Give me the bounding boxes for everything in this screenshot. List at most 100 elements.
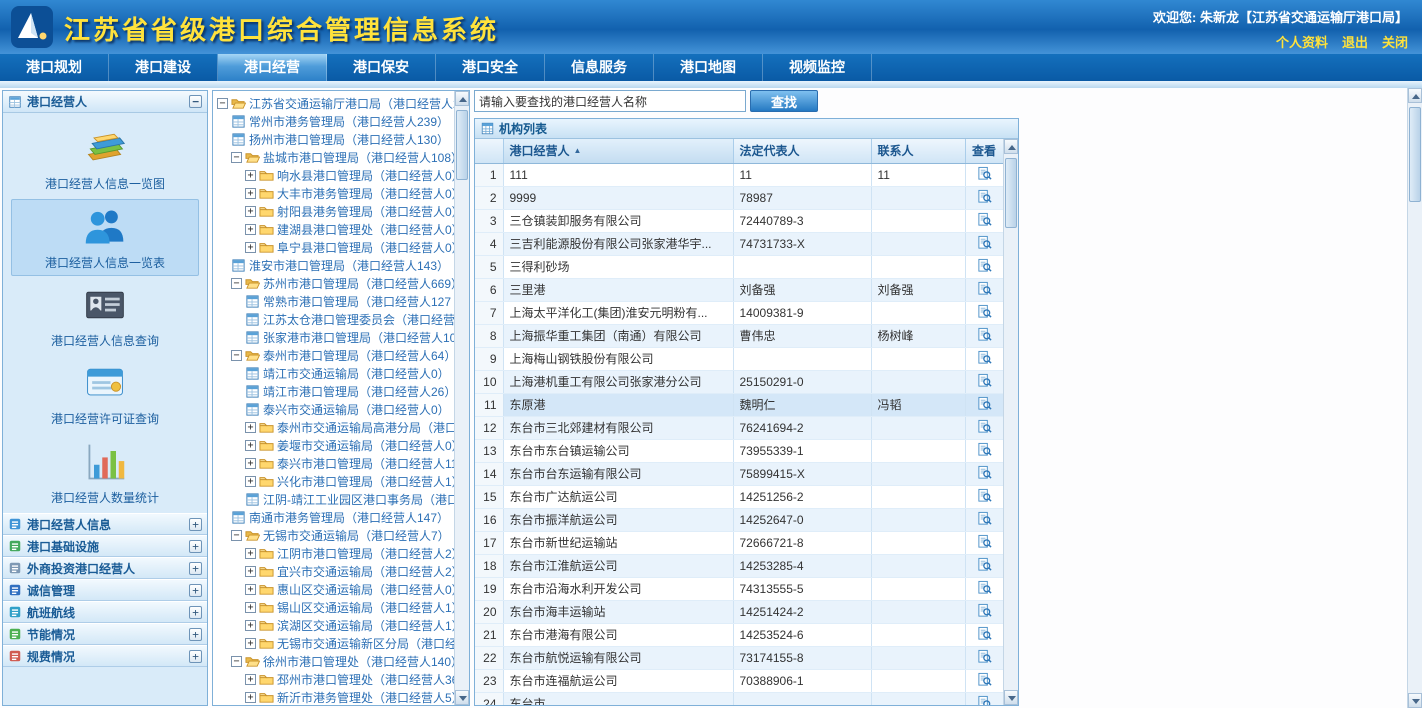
- tree-node-29[interactable]: +滨湖区交通运输局（港口经营人1）: [213, 616, 454, 634]
- tree-node-28[interactable]: +锡山区交通运输局（港口经营人1）: [213, 598, 454, 616]
- header-link-2[interactable]: 关闭: [1382, 32, 1408, 51]
- sidebar-accordion-1[interactable]: 港口基础设施+: [3, 535, 207, 557]
- tree-node-32[interactable]: +邳州市港口管理处（港口经营人36）: [213, 670, 454, 688]
- view-icon[interactable]: [977, 419, 992, 434]
- nav-tab-2[interactable]: 港口经营: [218, 54, 327, 81]
- sidebar-accordion-0[interactable]: 港口经营人信息+: [3, 513, 207, 535]
- search-input[interactable]: [474, 90, 746, 112]
- tree-node-27[interactable]: +惠山区交通运输局（港口经营人0）: [213, 580, 454, 598]
- view-icon[interactable]: [977, 189, 992, 204]
- view-icon[interactable]: [977, 695, 992, 706]
- table-row[interactable]: 13东台市东台镇运输公司73955339-1: [475, 439, 1003, 462]
- tree-node-24[interactable]: −无锡市交通运输局（港口经营人7）: [213, 526, 454, 544]
- view-icon[interactable]: [977, 465, 992, 480]
- sidebar-accordion-5[interactable]: 节能情况+: [3, 623, 207, 645]
- table-row[interactable]: 12东台市三北郊建材有限公司76241694-2: [475, 416, 1003, 439]
- tree-expand-button[interactable]: −: [231, 152, 242, 163]
- table-scroll-up-button[interactable]: [1004, 139, 1018, 154]
- nav-tab-0[interactable]: 港口规划: [0, 54, 109, 81]
- table-scrollbar[interactable]: [1003, 139, 1018, 705]
- sidebar-item-4[interactable]: 港口经营人数量统计: [11, 435, 199, 511]
- tree-node-31[interactable]: −徐州市港口管理处（港口经营人140）: [213, 652, 454, 670]
- nav-tab-1[interactable]: 港口建设: [109, 54, 218, 81]
- tree-scroll-down-button[interactable]: [455, 690, 469, 705]
- tree-node-0[interactable]: −江苏省交通运输厅港口局（港口经营人200: [213, 94, 454, 112]
- view-icon[interactable]: [977, 304, 992, 319]
- view-icon[interactable]: [977, 534, 992, 549]
- sidebar-accordion-4[interactable]: 航班航线+: [3, 601, 207, 623]
- table-scroll-thumb[interactable]: [1005, 158, 1017, 228]
- table-row[interactable]: 23东台市连福航运公司70388906-1: [475, 669, 1003, 692]
- tree-expand-button[interactable]: −: [231, 278, 242, 289]
- tree-node-2[interactable]: 扬州市港口管理局（港口经营人130）: [213, 130, 454, 148]
- nav-tab-5[interactable]: 信息服务: [545, 54, 654, 81]
- tree-node-21[interactable]: +兴化市港口管理局（港口经营人1）: [213, 472, 454, 490]
- sidebar-accordion-2[interactable]: 外商投资港口经营人+: [3, 557, 207, 579]
- accordion-expand-button[interactable]: +: [189, 518, 202, 531]
- tree-node-30[interactable]: +无锡市交通运输新区分局（港口经营: [213, 634, 454, 652]
- sidebar-collapse-button[interactable]: −: [189, 95, 202, 108]
- table-row[interactable]: 21东台市港海有限公司14253524-6: [475, 623, 1003, 646]
- sidebar-item-3[interactable]: 港口经营许可证查询: [11, 356, 199, 432]
- nav-tab-3[interactable]: 港口保安: [327, 54, 436, 81]
- tree-node-17[interactable]: 泰兴市交通运输局（港口经营人0）: [213, 400, 454, 418]
- tree-node-23[interactable]: 南通市港务管理局（港口经营人147）: [213, 508, 454, 526]
- tree-expand-button[interactable]: −: [217, 98, 228, 109]
- tree-expand-button[interactable]: +: [245, 548, 256, 559]
- tree-node-9[interactable]: 淮安市港口管理局（港口经营人143）: [213, 256, 454, 274]
- tree-node-8[interactable]: +阜宁县港口管理局（港口经营人0）: [213, 238, 454, 256]
- table-row[interactable]: 20东台市海丰运输站14251424-2: [475, 600, 1003, 623]
- tree-node-11[interactable]: 常熟市港口管理局（港口经营人127: [213, 292, 454, 310]
- tree-node-26[interactable]: +宜兴市交通运输局（港口经营人2）: [213, 562, 454, 580]
- table-row[interactable]: 7上海太平洋化工(集团)淮安元明粉有...14009381-9: [475, 301, 1003, 324]
- tree-node-10[interactable]: −苏州市港口管理局（港口经营人669）: [213, 274, 454, 292]
- tree-node-15[interactable]: 靖江市交通运输局（港口经营人0）: [213, 364, 454, 382]
- tree-expand-button[interactable]: +: [245, 206, 256, 217]
- tree-node-5[interactable]: +大丰市港务管理局（港口经营人0）: [213, 184, 454, 202]
- tree-expand-button[interactable]: +: [245, 440, 256, 451]
- view-icon[interactable]: [977, 373, 992, 388]
- nav-tab-7[interactable]: 视频监控: [763, 54, 872, 81]
- table-row[interactable]: 10上海港机重工有限公司张家港分公司25150291-0: [475, 370, 1003, 393]
- nav-tab-6[interactable]: 港口地图: [654, 54, 763, 81]
- tree-expand-button[interactable]: +: [245, 584, 256, 595]
- tree-expand-button[interactable]: −: [231, 350, 242, 361]
- tree-node-19[interactable]: +姜堰市交通运输局（港口经营人0）: [213, 436, 454, 454]
- table-row[interactable]: 11111111: [475, 163, 1003, 186]
- accordion-expand-button[interactable]: +: [189, 540, 202, 553]
- tree-node-16[interactable]: 靖江市港口管理局（港口经营人26）: [213, 382, 454, 400]
- tree-scroll-track[interactable]: [455, 106, 469, 690]
- table-row[interactable]: 18东台市江淮航运公司14253285-4: [475, 554, 1003, 577]
- tree-expand-button[interactable]: +: [245, 602, 256, 613]
- tree-node-13[interactable]: 张家港市港口管理局（港口经营人10: [213, 328, 454, 346]
- header-link-0[interactable]: 个人资料: [1276, 32, 1328, 51]
- page-scroll-track[interactable]: [1408, 103, 1422, 693]
- sidebar-accordion-6[interactable]: 规费情况+: [3, 645, 207, 667]
- column-header-2[interactable]: 法定代表人: [733, 139, 871, 163]
- tree-expand-button[interactable]: +: [245, 566, 256, 577]
- sidebar-item-1[interactable]: 港口经营人信息一览表: [11, 199, 199, 275]
- tree-node-3[interactable]: −盐城市港口管理局（港口经营人108）: [213, 148, 454, 166]
- view-icon[interactable]: [977, 235, 992, 250]
- table-row[interactable]: 16东台市振洋航运公司14252647-0: [475, 508, 1003, 531]
- sidebar-accordion-3[interactable]: 诚信管理+: [3, 579, 207, 601]
- sidebar-item-2[interactable]: 港口经营人信息查询: [11, 278, 199, 354]
- tree-expand-button[interactable]: +: [245, 476, 256, 487]
- tree-scroll-thumb[interactable]: [456, 110, 468, 180]
- table-row[interactable]: 17东台市新世纪运输站72666721-8: [475, 531, 1003, 554]
- accordion-expand-button[interactable]: +: [189, 584, 202, 597]
- tree-expand-button[interactable]: +: [245, 458, 256, 469]
- view-icon[interactable]: [977, 442, 992, 457]
- tree-expand-button[interactable]: +: [245, 170, 256, 181]
- tree-expand-button[interactable]: +: [245, 422, 256, 433]
- table-row[interactable]: 2999978987: [475, 186, 1003, 209]
- table-row[interactable]: 9上海梅山钢铁股份有限公司: [475, 347, 1003, 370]
- table-row[interactable]: 3三仓镇装卸服务有限公司72440789-3: [475, 209, 1003, 232]
- tree-node-12[interactable]: 江苏太仓港口管理委员会（港口经营: [213, 310, 454, 328]
- accordion-expand-button[interactable]: +: [189, 562, 202, 575]
- view-icon[interactable]: [977, 281, 992, 296]
- tree-node-25[interactable]: +江阴市港口管理局（港口经营人2）: [213, 544, 454, 562]
- accordion-expand-button[interactable]: +: [189, 650, 202, 663]
- table-row[interactable]: 11东原港魏明仁冯韬: [475, 393, 1003, 416]
- tree-node-1[interactable]: 常州市港务管理局（港口经营人239）: [213, 112, 454, 130]
